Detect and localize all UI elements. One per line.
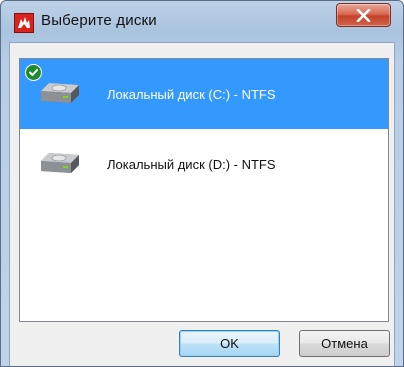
cancel-button[interactable]: Отмена (299, 330, 390, 357)
hard-drive-icon (41, 83, 79, 103)
drive-label: Локальный диск (C:) - NTFS (107, 87, 276, 102)
drive-item-c[interactable]: Локальный диск (C:) - NTFS (20, 59, 388, 129)
drive-item-d[interactable]: Локальный диск (D:) - NTFS (20, 129, 388, 199)
close-button[interactable] (336, 3, 391, 27)
drive-label: Локальный диск (D:) - NTFS (107, 157, 276, 172)
app-logo-icon (14, 13, 34, 33)
dialog-window: Выберите диски Локальный диск (C:) - NTF… (0, 0, 404, 367)
close-icon (356, 9, 371, 22)
hard-drive-icon (41, 153, 79, 173)
title-bar[interactable]: Выберите диски (1, 1, 403, 41)
window-title: Выберите диски (41, 12, 157, 29)
ok-button[interactable]: OK (179, 330, 280, 357)
check-badge-icon (25, 64, 42, 81)
drive-list: Локальный диск (C:) - NTFS Локальный дис… (19, 58, 389, 322)
